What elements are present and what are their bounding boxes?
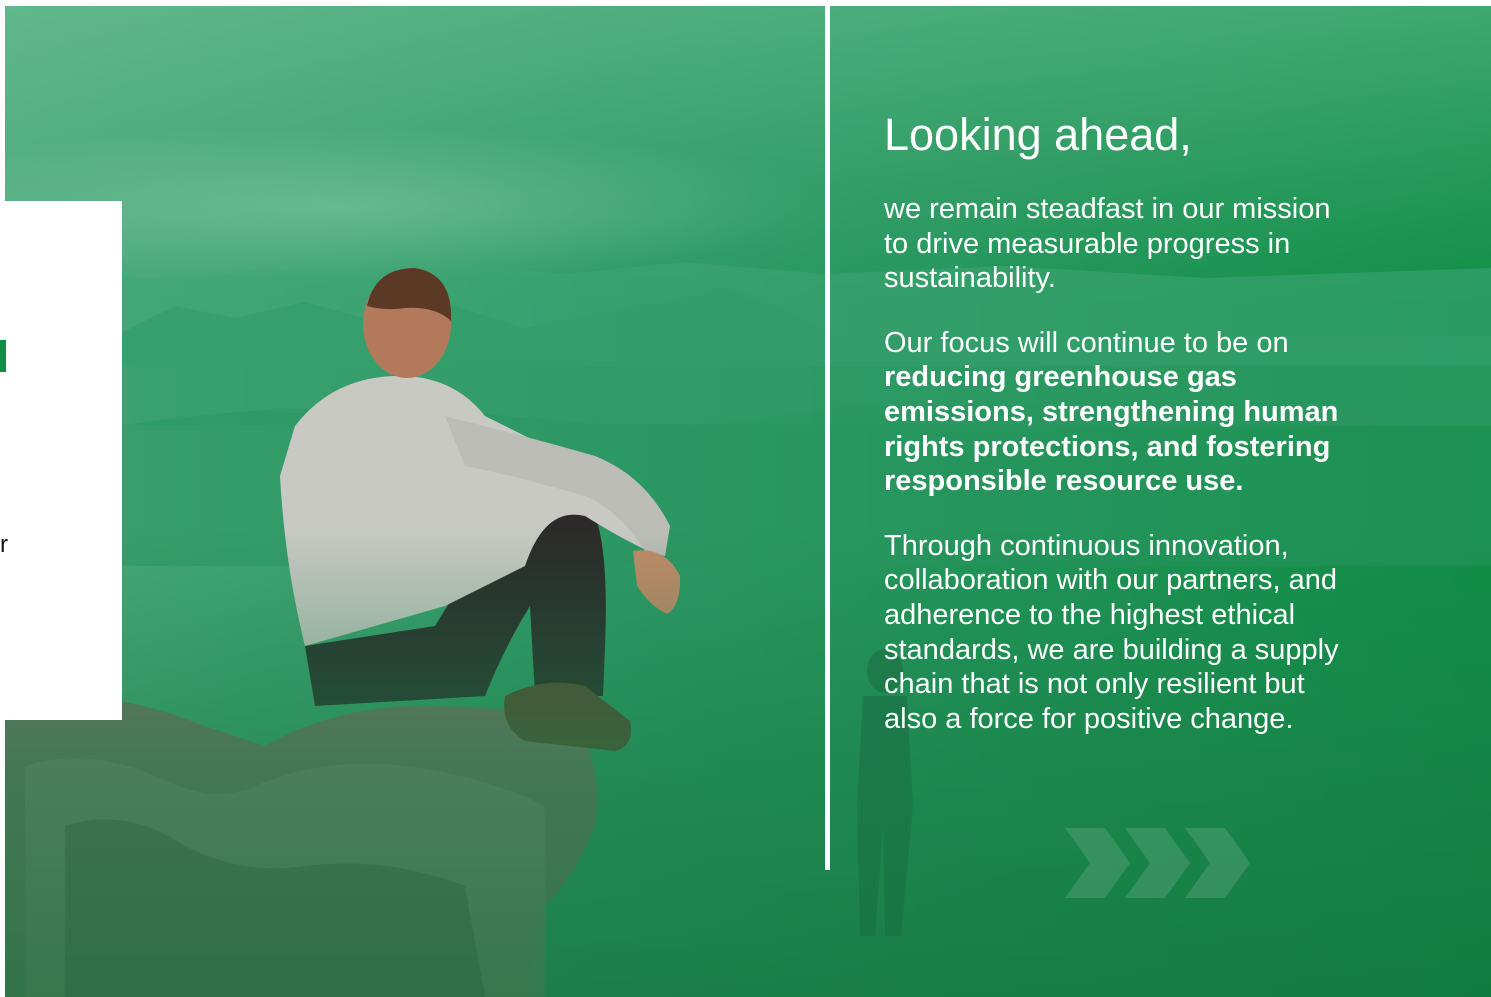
panel-accent-mark <box>0 340 6 372</box>
paragraph-2-intro: Our focus will continue to be on <box>884 326 1289 359</box>
vertical-divider <box>825 6 830 870</box>
heading: Looking ahead, <box>884 109 1192 160</box>
chevron-arrows-icon <box>1065 828 1250 898</box>
paragraph-1: we remain steadfast in our mission to dr… <box>884 193 1331 295</box>
white-panel <box>0 201 122 720</box>
paragraph-2: Our focus will continue to be on reducin… <box>884 326 1354 499</box>
panel-text-fragment: r <box>0 531 8 558</box>
paragraph-2-bold: reducing greenhouse gas emissions, stren… <box>884 361 1339 498</box>
paragraph-3: Through continuous innovation, collabora… <box>884 529 1339 735</box>
text-column: Looking ahead, we remain steadfast in ou… <box>884 108 1354 766</box>
